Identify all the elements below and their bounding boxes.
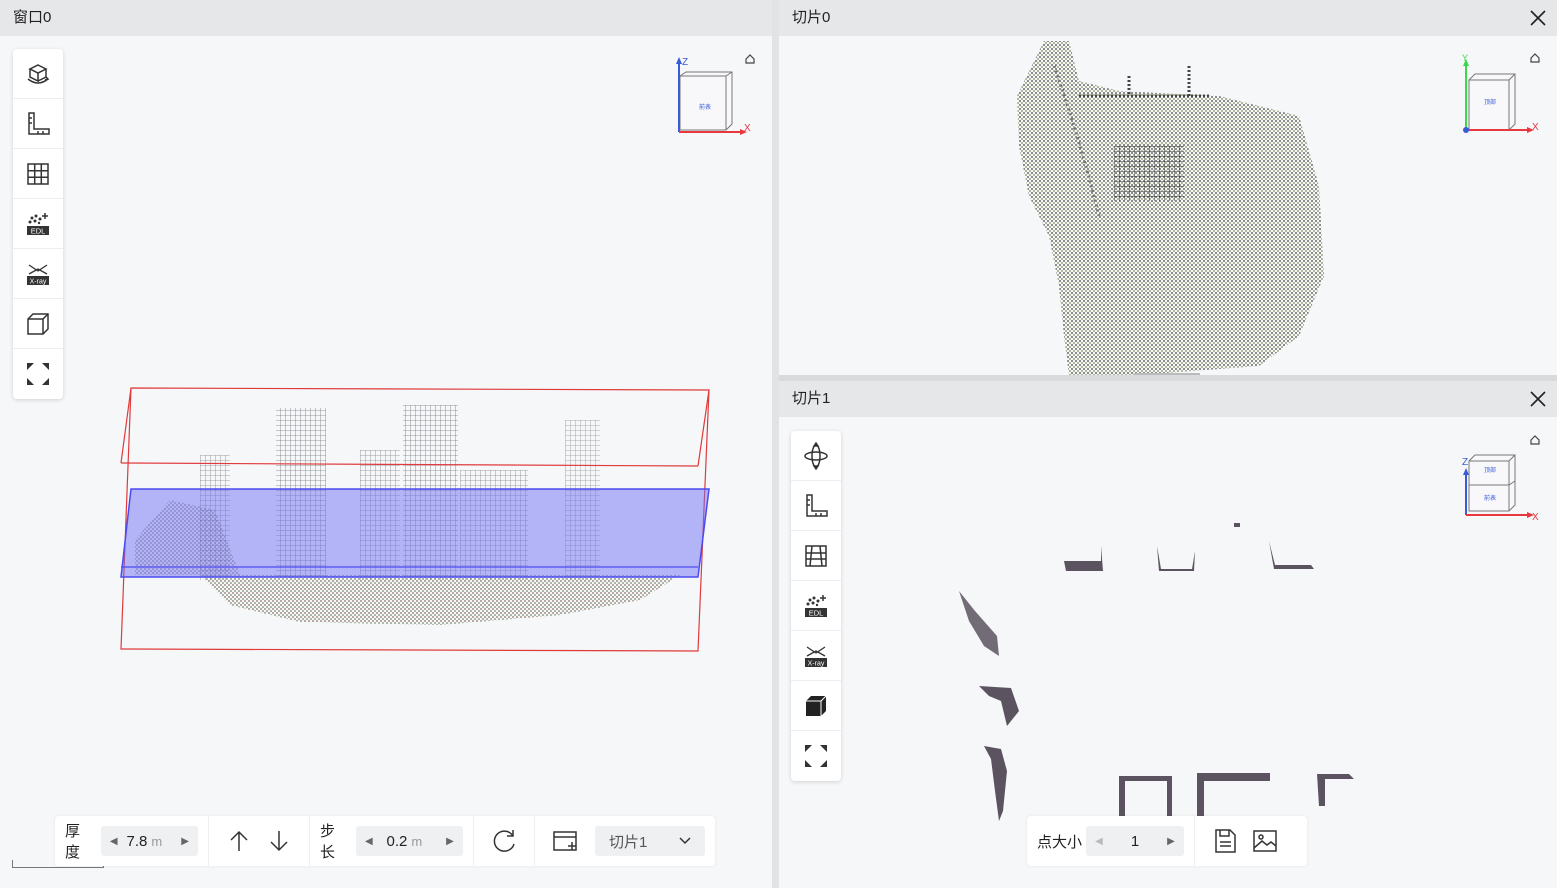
pane-resize-handle[interactable] bbox=[1134, 373, 1200, 375]
step-increase[interactable]: ▶ bbox=[443, 834, 457, 848]
window0-title: 窗口0 bbox=[0, 0, 772, 36]
image-icon bbox=[1253, 830, 1277, 852]
slice0-home-icon[interactable] bbox=[1530, 53, 1540, 63]
point-size-value[interactable]: 1 bbox=[1106, 833, 1164, 850]
slice-select[interactable]: 切片1 bbox=[595, 826, 705, 856]
svg-text:顶部: 顶部 bbox=[1484, 98, 1496, 106]
thickness-stepper[interactable]: ◀ 7.8 m ▶ bbox=[100, 826, 199, 856]
refresh-icon bbox=[493, 830, 515, 852]
chevron-down-icon bbox=[679, 837, 691, 845]
pane-splitter[interactable] bbox=[772, 0, 779, 888]
svg-text:Z: Z bbox=[1462, 457, 1468, 468]
thickness-label: 厚度 bbox=[65, 823, 81, 861]
thickness-unit: m bbox=[151, 833, 163, 849]
add-slice-icon bbox=[553, 831, 577, 851]
svg-text:顶部: 顶部 bbox=[1484, 466, 1496, 474]
svg-text:前表: 前表 bbox=[1484, 494, 1496, 502]
step-unit: m bbox=[411, 833, 423, 849]
point-size-group: 点大小 ◀ 1 ▶ bbox=[1027, 816, 1196, 866]
export-group bbox=[1195, 816, 1295, 866]
slice0-view-gizmo[interactable]: 顶部 Y X bbox=[1459, 54, 1541, 136]
reset-group bbox=[474, 816, 535, 866]
thickness-increase[interactable]: ▶ bbox=[178, 834, 192, 848]
slice0-pane: 切片0 顶部 Y X bbox=[779, 0, 1557, 375]
add-slice-button[interactable] bbox=[545, 821, 585, 861]
point-size-label: 点大小 bbox=[1037, 833, 1083, 851]
svg-text:X: X bbox=[1532, 512, 1539, 523]
thickness-value[interactable]: 7.8 bbox=[121, 833, 148, 850]
step-value[interactable]: 0.2 bbox=[376, 833, 408, 850]
slice-plane[interactable] bbox=[120, 488, 710, 578]
slice-select-group: 切片1 bbox=[535, 816, 715, 866]
slice1-section-point-cloud[interactable] bbox=[779, 417, 1557, 837]
point-cloud-3d-view[interactable] bbox=[0, 36, 772, 836]
slice1-control-bar: 点大小 ◀ 1 ▶ bbox=[1027, 816, 1307, 866]
arrow-up-icon bbox=[230, 830, 248, 851]
save-icon bbox=[1215, 829, 1236, 853]
slice-control-bar: 厚度 ◀ 7.8 m ▶ 步长 ◀ 0.2 m ▶ 切片1 bbox=[55, 816, 715, 866]
move-group bbox=[209, 816, 311, 866]
arrow-down-icon bbox=[270, 831, 288, 852]
slice1-view-gizmo[interactable]: 顶部 前表 Z X bbox=[1459, 441, 1541, 523]
reset-slice-button[interactable] bbox=[484, 821, 524, 861]
step-group: 步长 ◀ 0.2 m ▶ bbox=[310, 816, 474, 866]
step-decrease[interactable]: ◀ bbox=[362, 834, 376, 848]
slice1-home-icon[interactable] bbox=[1530, 435, 1540, 445]
svg-text:Y: Y bbox=[1462, 54, 1468, 63]
move-down-button[interactable] bbox=[259, 821, 299, 861]
step-stepper[interactable]: ◀ 0.2 m ▶ bbox=[355, 826, 463, 856]
thickness-decrease[interactable]: ◀ bbox=[107, 834, 121, 848]
svg-text:X: X bbox=[1532, 122, 1539, 133]
screenshot-button[interactable] bbox=[1245, 821, 1285, 861]
slice0-topview-point-cloud[interactable] bbox=[779, 36, 1557, 375]
slice1-close-button[interactable] bbox=[1529, 390, 1547, 408]
slice0-close-button[interactable] bbox=[1529, 9, 1547, 27]
move-up-button[interactable] bbox=[219, 821, 259, 861]
slice1-title: 切片1 bbox=[779, 381, 1557, 417]
point-size-increase[interactable]: ▶ bbox=[1164, 834, 1178, 848]
window0-pane: 窗口0 EDL X-ray 前表 Z X 厚度 ◀ 7.8 m ▶ 步长 ◀ 0… bbox=[0, 0, 772, 888]
slice0-title: 切片0 bbox=[779, 0, 1557, 36]
point-size-stepper[interactable]: ◀ 1 ▶ bbox=[1086, 826, 1185, 856]
point-size-decrease[interactable]: ◀ bbox=[1092, 834, 1106, 848]
save-button[interactable] bbox=[1205, 821, 1245, 861]
slice-select-value: 切片1 bbox=[609, 833, 648, 851]
thickness-group: 厚度 ◀ 7.8 m ▶ bbox=[55, 816, 210, 866]
slice1-pane: 切片1 EDL X-ray 顶部 前表 Z X 点大小 ◀ 1 ▶ bbox=[779, 381, 1557, 888]
step-label: 步长 bbox=[320, 823, 336, 861]
